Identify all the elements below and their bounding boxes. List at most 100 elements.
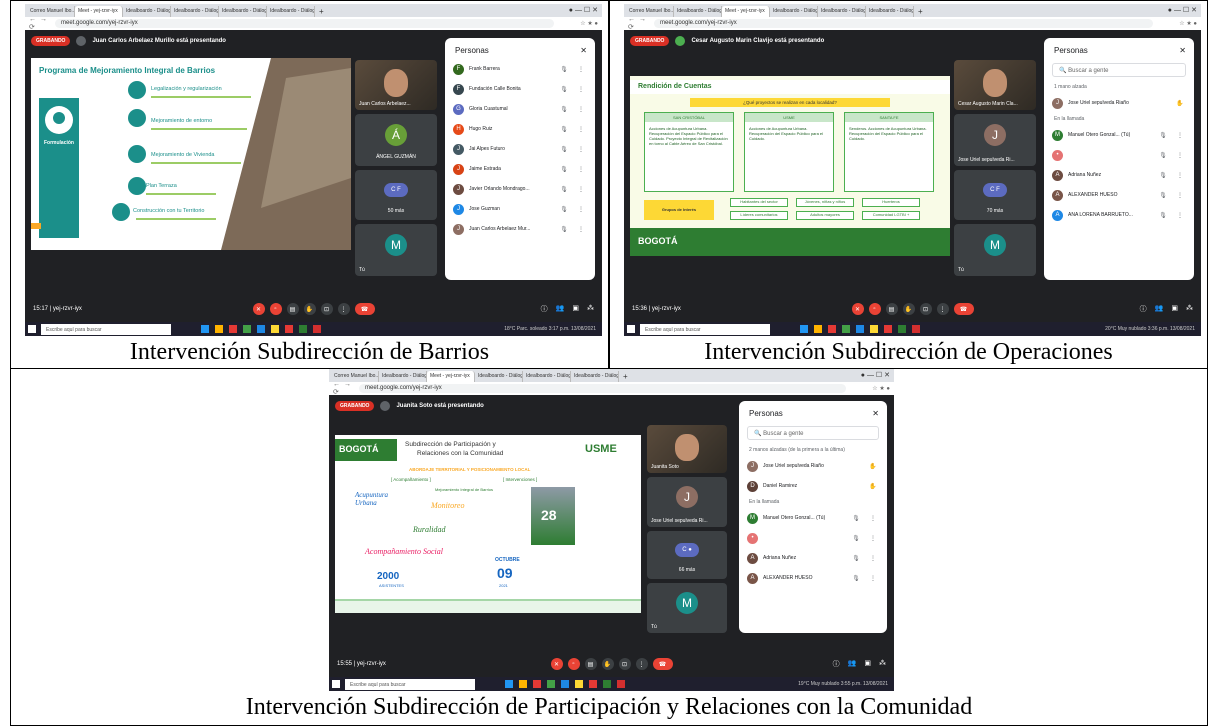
taskbar-app-icon[interactable] [299,325,307,333]
taskbar-app-icon[interactable] [215,325,223,333]
nav-arrows-icon[interactable]: ← → ⟳ [628,16,654,31]
more-options-icon[interactable]: ⋮ [575,166,587,173]
more-participants-tile[interactable]: C F 70 más [954,170,1036,220]
more-options-icon[interactable]: ⋮ [1174,132,1186,139]
taskbar-app-icon[interactable] [870,325,878,333]
more-options-icon[interactable]: ⋮ [1174,152,1186,159]
more-options-icon[interactable]: ⋮ [867,555,879,562]
mic-muted-icon[interactable]: 🎙 [850,515,862,522]
participant-row[interactable]: J Juan Carlos Arbelaez Mur... 🎙 ⋮ [445,219,595,239]
tab-idealboardo[interactable]: Idealboardo - Diálogo [379,371,427,382]
url-field[interactable]: meet.google.com/yej-rzvr-iyx [55,19,554,28]
people-icon[interactable]: 👥 [848,659,857,669]
mic-muted-icon[interactable]: 🎙 [1157,172,1169,179]
participant-row[interactable]: A Adriana Nuñez 🎙 ⋮ [739,548,887,568]
participant-row[interactable]: J Jose Uriel sepulveda Riaño ✋ [1044,93,1194,113]
url-field[interactable]: meet.google.com/yej-rzvr-iyx [359,384,846,393]
tab-idealboardo[interactable]: Idealboardo - Diálogo [866,6,914,17]
mic-muted-icon[interactable]: 🎙 [558,166,570,173]
tab-meet[interactable]: Meet - yej-rzvr-iyx [722,6,770,17]
mic-muted-icon[interactable]: 🎙 [558,146,570,153]
extensions-icon[interactable]: ☆ ★ ● [1153,20,1197,27]
activities-icon[interactable]: ⁂ [587,304,594,314]
raise-hand-icon[interactable]: ✋ [303,303,316,315]
mic-muted-icon[interactable]: 🎙 [558,206,570,213]
participant-row[interactable]: G Gloria Cuastumal 🎙 ⋮ [445,99,595,119]
camera-off-icon[interactable]: ▫ [269,303,282,315]
present-icon[interactable]: ⊡ [618,658,631,670]
more-options-icon[interactable]: ⋮ [575,86,587,93]
taskbar-app-icon[interactable] [898,325,906,333]
more-options-icon[interactable]: ⋮ [337,303,350,315]
mic-muted-icon[interactable]: 🎙 [558,126,570,133]
taskbar-app-icon[interactable] [519,680,527,688]
nav-arrows-icon[interactable]: ← → ⟳ [333,381,359,396]
info-icon[interactable]: ⓘ [541,304,548,314]
mic-muted-icon[interactable]: 🎙 [1157,212,1169,219]
tab-meet[interactable]: Meet - yej-rzvr-iyx [75,6,123,17]
taskbar-app-icon[interactable] [814,325,822,333]
tab-idealboardo[interactable]: Idealboardo - Diálogo [475,371,523,382]
mic-muted-icon[interactable]: 🎙 [558,186,570,193]
mic-off-icon[interactable]: ✕ [550,658,563,670]
participant-row[interactable]: J Jaime Estrada 🎙 ⋮ [445,159,595,179]
more-options-icon[interactable]: ⋮ [867,575,879,582]
more-options-icon[interactable]: ⋮ [1174,172,1186,179]
more-options-icon[interactable]: ⋮ [1174,212,1186,219]
taskbar-app-icon[interactable] [884,325,892,333]
participant-row[interactable]: A ALEXANDER HUESO 🎙 ⋮ [739,568,887,588]
taskbar-app-icon[interactable] [505,680,513,688]
more-options-icon[interactable]: ⋮ [575,206,587,213]
more-options-icon[interactable]: ⋮ [635,658,648,670]
chat-icon[interactable]: ▣ [864,659,871,669]
participant-row[interactable]: M Manuel Otero Gonzal... (Tú) 🎙 ⋮ [1044,125,1194,145]
new-tab-button[interactable]: + [315,6,328,17]
more-options-icon[interactable]: ⋮ [575,106,587,113]
info-icon[interactable]: ⓘ [833,659,840,669]
chat-icon[interactable]: ▣ [572,304,579,314]
taskbar-app-icon[interactable] [589,680,597,688]
tab-meet[interactable]: Meet - yej-rzvr-iyx [427,371,475,382]
mic-muted-icon[interactable]: 🎙 [558,226,570,233]
taskbar-app-icon[interactable] [575,680,583,688]
activities-icon[interactable]: ⁂ [1186,304,1193,314]
windows-start-icon[interactable] [332,680,340,688]
chat-icon[interactable]: ▣ [1171,304,1178,314]
new-tab-button[interactable]: + [619,371,632,382]
mic-off-icon[interactable]: ✕ [851,303,864,315]
captions-icon[interactable]: ▤ [885,303,898,315]
participant-row[interactable]: J Jose Uriel sepulveda Riaño ✋ [739,456,887,476]
extensions-icon[interactable]: ☆ ★ ● [846,385,890,392]
url-field[interactable]: meet.google.com/yej-rzvr-iyx [654,19,1153,28]
taskbar-app-icon[interactable] [617,680,625,688]
mic-muted-icon[interactable]: 🎙 [850,555,862,562]
more-options-icon[interactable]: ⋮ [575,66,587,73]
more-options-icon[interactable]: ⋮ [575,226,587,233]
taskbar-app-icon[interactable] [271,325,279,333]
participant-row[interactable]: M Manuel Otero Gonzal... (Tú) 🎙 ⋮ [739,508,887,528]
activities-icon[interactable]: ⁂ [879,659,886,669]
mic-muted-icon[interactable]: 🎙 [1157,132,1169,139]
participant-row[interactable]: H Hugo Ruiz 🎙 ⋮ [445,119,595,139]
participant-row[interactable]: F Frank Barrera 🎙 ⋮ [445,59,595,79]
more-options-icon[interactable]: ⋮ [1174,192,1186,199]
tab-idealboardo[interactable]: Idealboardo - Diálogo [219,6,267,17]
taskbar-app-icon[interactable] [533,680,541,688]
raised-hand-icon[interactable]: ✋ [867,463,879,470]
info-icon[interactable]: ⓘ [1140,304,1147,314]
taskbar-app-icon[interactable] [229,325,237,333]
taskbar-app-icon[interactable] [912,325,920,333]
tab-idealboardo[interactable]: Idealboardo - Diálogo [674,6,722,17]
taskbar-search[interactable]: Escribe aquí para buscar [640,323,770,335]
window-controls[interactable]: ● — ☐ ✕ [565,5,602,17]
windows-start-icon[interactable] [627,325,635,333]
taskbar-app-icon[interactable] [561,680,569,688]
present-icon[interactable]: ⊡ [919,303,932,315]
more-options-icon[interactable]: ⋮ [575,146,587,153]
end-call-icon[interactable]: ☎ [652,658,673,670]
more-options-icon[interactable]: ⋮ [867,515,879,522]
mic-muted-icon[interactable]: 🎙 [850,575,862,582]
mic-off-icon[interactable]: ✕ [252,303,265,315]
taskbar-search[interactable]: Escribe aquí para buscar [345,678,475,690]
taskbar-search[interactable]: Escribe aquí para buscar [41,323,171,335]
